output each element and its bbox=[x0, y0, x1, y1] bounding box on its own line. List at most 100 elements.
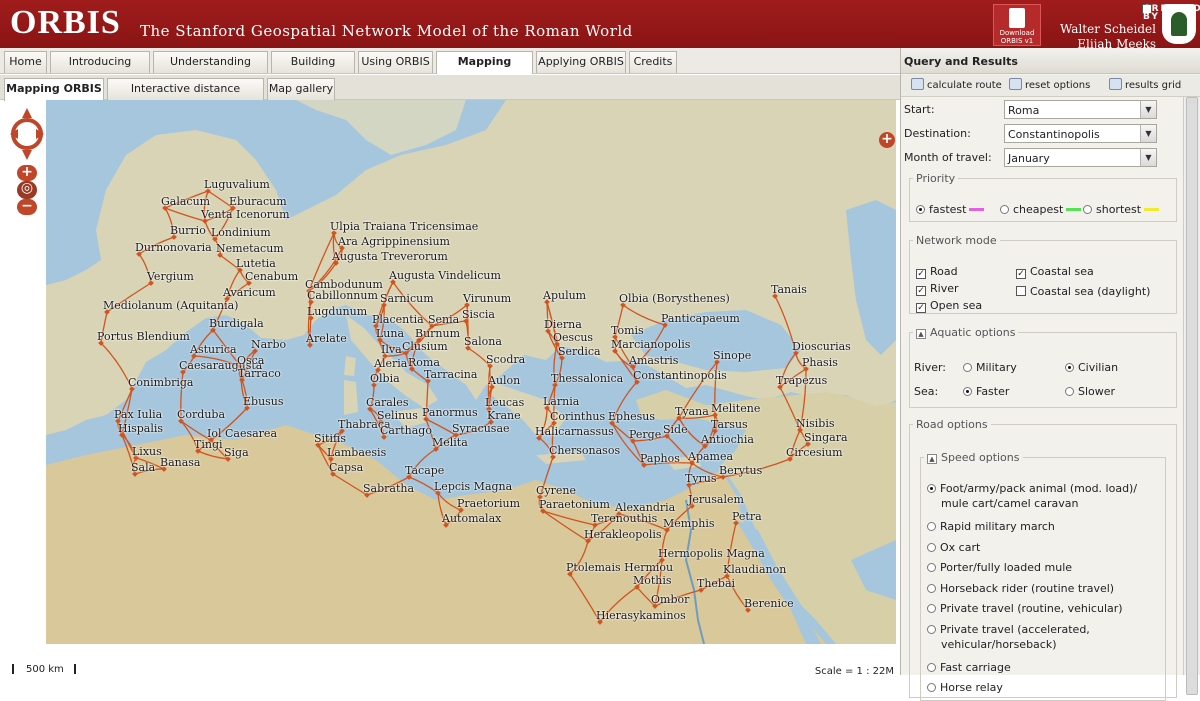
speed-option[interactable]: Private travel (routine, vehicular) bbox=[927, 602, 1123, 615]
place-label[interactable]: Dioscurias bbox=[792, 340, 851, 353]
radio-button[interactable] bbox=[927, 624, 936, 634]
place-label[interactable]: Corinthus bbox=[550, 410, 605, 423]
network-road[interactable]: ✓ Road bbox=[916, 265, 958, 279]
radio-button[interactable] bbox=[1083, 205, 1092, 214]
river-military[interactable]: Military bbox=[963, 361, 1017, 374]
radio-button[interactable] bbox=[927, 604, 936, 613]
place-label[interactable]: Ara Agrippinensium bbox=[338, 235, 450, 248]
place-label[interactable]: Aulon bbox=[488, 374, 520, 387]
layer-switcher-button[interactable]: + bbox=[879, 132, 895, 148]
place-label[interactable]: Arelate bbox=[306, 332, 347, 345]
radio-button[interactable] bbox=[927, 563, 936, 572]
place-label[interactable]: Olbia bbox=[370, 372, 400, 385]
place-label[interactable]: Panormus bbox=[422, 406, 478, 419]
place-label[interactable]: Lugdunum bbox=[307, 305, 367, 318]
place-label[interactable]: Thessalonica bbox=[551, 372, 623, 385]
place-label[interactable]: Durnonovaria bbox=[135, 241, 212, 254]
network-open-sea[interactable]: ✓ Open sea bbox=[916, 299, 982, 313]
place-label[interactable]: Automalax bbox=[442, 512, 501, 525]
place-label[interactable]: Apamea bbox=[688, 450, 733, 463]
place-label[interactable]: Capsa bbox=[329, 461, 363, 474]
place-label[interactable]: Londinium bbox=[211, 226, 271, 239]
place-label[interactable]: Siscia bbox=[462, 308, 495, 321]
place-label[interactable]: Circesium bbox=[786, 446, 843, 459]
place-label[interactable]: Pax Iulia bbox=[114, 408, 162, 421]
place-label[interactable]: Ebusus bbox=[243, 395, 284, 408]
place-label[interactable]: Eburacum bbox=[229, 195, 287, 208]
place-label[interactable]: Leucas bbox=[485, 396, 524, 409]
priority-cheapest[interactable]: cheapest bbox=[1000, 203, 1082, 216]
place-label[interactable]: Chersonasos bbox=[549, 444, 620, 457]
reset-options-button[interactable]: reset options bbox=[1009, 78, 1090, 94]
checkbox-checked[interactable]: ✓ bbox=[1016, 269, 1026, 279]
orbis-logo[interactable]: ORBIS bbox=[10, 4, 121, 42]
place-label[interactable]: Paraetonium bbox=[539, 498, 610, 511]
place-label[interactable]: Tingi bbox=[194, 438, 223, 451]
place-label[interactable]: Paphos bbox=[640, 452, 680, 465]
place-label[interactable]: Tarracina bbox=[424, 368, 477, 381]
place-label[interactable]: Ilva bbox=[381, 343, 402, 356]
chevron-down-icon[interactable]: ▼ bbox=[1140, 101, 1156, 118]
network-coastal-daylight[interactable]: Coastal sea (daylight) bbox=[1016, 285, 1150, 298]
place-label[interactable]: Tomis bbox=[611, 324, 644, 337]
speed-option[interactable]: Foot/army/pack animal (mod. load)/ mule c… bbox=[927, 482, 1137, 510]
author-scheidel[interactable]: Walter Scheidel bbox=[1060, 22, 1156, 37]
priority-fastest[interactable]: fastest bbox=[916, 203, 985, 216]
place-label[interactable]: Tacape bbox=[405, 464, 444, 477]
place-label[interactable]: Narbo bbox=[251, 338, 286, 351]
place-label[interactable]: Larnia bbox=[543, 395, 579, 408]
destination-select[interactable]: Constantinopolis ▼ bbox=[1004, 124, 1157, 143]
place-label[interactable]: Trapezus bbox=[776, 374, 827, 387]
download-orbis-button[interactable]: Download ORBIS v1 bbox=[993, 4, 1041, 46]
place-label[interactable]: Herakleopolis bbox=[584, 528, 662, 541]
place-label[interactable]: Banasa bbox=[160, 456, 201, 469]
place-label[interactable]: Side bbox=[663, 423, 688, 436]
place-label[interactable]: Burrio bbox=[170, 224, 206, 237]
place-label[interactable]: Augusta Treverorum bbox=[332, 250, 448, 263]
speed-option[interactable]: Ox cart bbox=[927, 541, 980, 554]
chevron-down-icon[interactable]: ▼ bbox=[1140, 149, 1156, 166]
checkbox-unchecked[interactable] bbox=[1016, 286, 1026, 296]
place-label[interactable]: Tanais bbox=[771, 283, 807, 296]
place-label[interactable]: Clusium bbox=[402, 340, 448, 353]
place-label[interactable]: Ephesus bbox=[608, 410, 655, 423]
place-label[interactable]: Terenouthis bbox=[591, 512, 657, 525]
place-label[interactable]: Oescus bbox=[553, 331, 593, 344]
place-label[interactable]: Venta Icenorum bbox=[201, 208, 290, 221]
place-label[interactable]: Senia bbox=[428, 313, 459, 326]
speed-option[interactable]: Horse relay bbox=[927, 681, 1003, 694]
place-label[interactable]: Cabillonnum bbox=[307, 289, 378, 302]
place-label[interactable]: Krane bbox=[487, 409, 521, 422]
place-label[interactable]: Serdica bbox=[558, 345, 601, 358]
speed-option[interactable]: Rapid military march bbox=[927, 520, 1055, 533]
place-label[interactable]: Galacum bbox=[161, 195, 210, 208]
place-label[interactable]: Praetorium bbox=[457, 497, 520, 510]
subtab-cartogram[interactable]: Interactive distance cartogram bbox=[107, 78, 264, 115]
place-label[interactable]: Aleria bbox=[374, 357, 407, 370]
place-label[interactable]: Mothis bbox=[633, 574, 672, 587]
place-label[interactable]: Singara bbox=[804, 431, 848, 444]
place-label[interactable]: Hierasykaminos bbox=[596, 609, 686, 622]
place-label[interactable]: Melita bbox=[432, 436, 468, 449]
place-label[interactable]: Cenabum bbox=[245, 270, 298, 283]
radio-button[interactable] bbox=[927, 683, 936, 692]
place-label[interactable]: Amastris bbox=[629, 354, 678, 367]
speed-legend[interactable]: ▲ Speed options bbox=[924, 451, 1023, 464]
place-label[interactable]: Berenice bbox=[744, 597, 794, 610]
radio-button[interactable] bbox=[927, 583, 936, 593]
speed-option[interactable]: Porter/fully loaded mule bbox=[927, 561, 1072, 574]
place-label[interactable]: Ombor bbox=[651, 593, 689, 606]
month-select[interactable]: January ▼ bbox=[1004, 148, 1157, 167]
chevron-down-icon[interactable]: ▼ bbox=[1140, 125, 1156, 142]
place-label[interactable]: Luna bbox=[376, 327, 404, 340]
place-label[interactable]: Vergium bbox=[147, 270, 194, 283]
place-label[interactable]: Jerusalem bbox=[688, 493, 744, 506]
radio-button[interactable] bbox=[927, 662, 936, 672]
place-label[interactable]: Halicarnassus bbox=[535, 425, 614, 438]
subtab-gallery[interactable]: Map gallery bbox=[267, 78, 335, 100]
place-label[interactable]: Apulum bbox=[543, 289, 586, 302]
tab-using[interactable]: Using ORBIS bbox=[358, 51, 433, 73]
speed-option[interactable]: Horseback rider (routine travel) bbox=[927, 582, 1114, 595]
place-label[interactable]: Asturica bbox=[190, 343, 237, 356]
place-label[interactable]: Corduba bbox=[177, 408, 225, 421]
